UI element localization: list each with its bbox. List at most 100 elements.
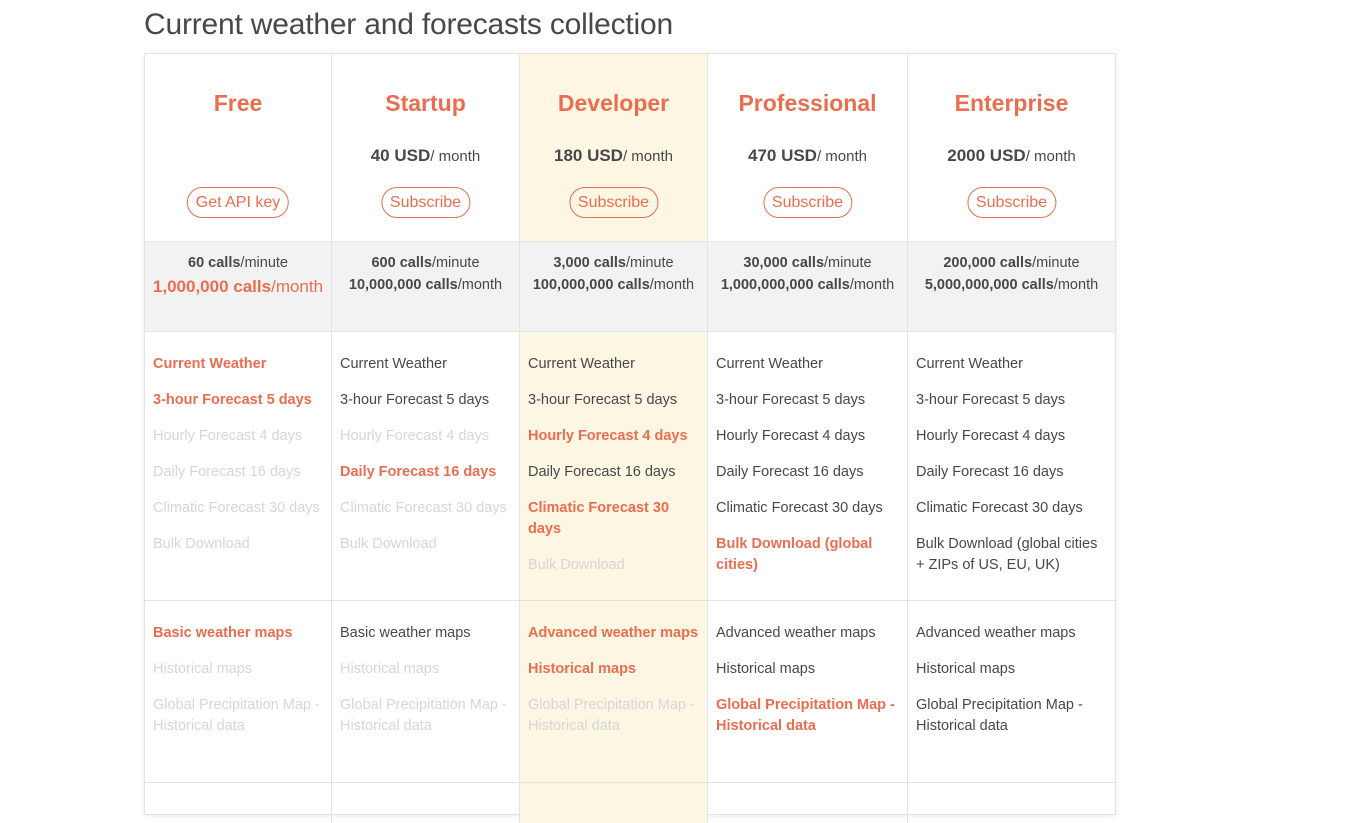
calls-unit: /month — [849, 277, 895, 293]
map-feature-item: Global Precipitation Map - Historical da… — [716, 697, 895, 734]
next-row-cell — [332, 783, 520, 823]
calls-unit: /minute — [240, 255, 288, 271]
calls-value: 200,000 calls — [943, 255, 1033, 271]
maps-list-startup: Basic weather maps Historical maps Global … — [332, 601, 520, 783]
price-unit: / month — [430, 148, 481, 165]
features-list-free: Current Weather 3-hour Forecast 5 days Hou… — [145, 332, 332, 601]
map-feature-item: Global Precipitation Map - Historical da… — [340, 697, 507, 734]
plan-name: Developer — [557, 90, 670, 116]
price-amount: 40 USD — [370, 146, 431, 165]
map-feature-item: Historical maps — [153, 661, 253, 677]
feature-item: 3-hour Forecast 5 days — [153, 392, 312, 408]
plan-header-professional: Professional 470 USD/ month Subscribe — [708, 54, 908, 242]
plan-name: Professional — [738, 90, 877, 116]
feature-item: Hourly Forecast 4 days — [916, 428, 1066, 444]
feature-item: 3-hour Forecast 5 days — [528, 392, 678, 408]
map-feature-item: Historical maps — [340, 661, 440, 677]
calls-unit: /month — [649, 277, 695, 293]
calls-per-minute: 30,000 calls/minute — [708, 252, 907, 274]
calls-per-month: 1,000,000 calls/month — [145, 274, 331, 299]
next-row-cell — [145, 783, 332, 823]
price-amount: 470 USD — [747, 146, 817, 165]
calls-value: 600 calls — [371, 255, 432, 271]
price-amount: 2000 USD — [947, 146, 1026, 165]
map-feature-item: Advanced weather maps — [528, 625, 699, 641]
calls-per-month: 1,000,000,000 calls/month — [708, 274, 907, 296]
calls-limits-enterprise: 200,000 calls/minute 5,000,000,000 calls… — [908, 242, 1115, 332]
map-feature-item: Basic weather maps — [153, 625, 293, 641]
calls-per-minute: 60 calls/minute — [145, 252, 331, 274]
pricing-table: Free Get API key Startup 40 USD/ month S… — [144, 53, 1116, 823]
calls-per-minute: 200,000 calls/minute — [908, 252, 1115, 274]
get-api-key-button[interactable]: Get API key — [186, 187, 290, 218]
feature-item: Current Weather — [916, 356, 1023, 372]
feature-item: Bulk Download — [528, 557, 625, 573]
feature-item: Climatic Forecast 30 days — [340, 500, 507, 516]
feature-item: 3-hour Forecast 5 days — [916, 392, 1066, 408]
feature-item: Current Weather — [153, 356, 267, 372]
maps-list-enterprise: Advanced weather maps Historical maps Glob… — [908, 601, 1115, 783]
feature-item: Bulk Download (global cities + ZIPs of U… — [916, 536, 1098, 573]
next-row-cell — [708, 783, 908, 823]
calls-per-month: 5,000,000,000 calls/month — [908, 274, 1115, 296]
map-feature-item: Advanced weather maps — [916, 625, 1076, 641]
feature-item: Daily Forecast 16 days — [153, 464, 301, 480]
map-feature-item: Basic weather maps — [340, 625, 471, 641]
subscribe-button-professional[interactable]: Subscribe — [762, 187, 853, 218]
feature-item: Climatic Forecast 30 days — [916, 500, 1083, 516]
feature-item: Daily Forecast 16 days — [716, 464, 864, 480]
price-unit: / month — [1025, 148, 1076, 165]
feature-item: 3-hour Forecast 5 days — [716, 392, 866, 408]
calls-unit: /minute — [431, 255, 480, 271]
features-list-professional: Current Weather 3-hour Forecast 5 days Hou… — [708, 332, 908, 601]
subscribe-button-startup[interactable]: Subscribe — [380, 187, 471, 218]
calls-limits-free: 60 calls/minute 1,000,000 calls/month — [145, 242, 332, 332]
calls-per-minute: 3,000 calls/minute — [520, 252, 707, 274]
feature-item: Hourly Forecast 4 days — [153, 428, 303, 444]
calls-per-minute: 600 calls/minute — [332, 252, 519, 274]
calls-value: 60 calls — [188, 255, 241, 271]
calls-value: 3,000 calls — [553, 255, 626, 271]
plan-header-free: Free Get API key — [145, 54, 332, 242]
plan-price: 470 USD/ month — [708, 146, 907, 166]
feature-item: Hourly Forecast 4 days — [340, 428, 490, 444]
plan-name: Enterprise — [954, 90, 1069, 116]
features-list-enterprise: Current Weather 3-hour Forecast 5 days Hou… — [908, 332, 1115, 601]
plan-price: 180 USD/ month — [520, 146, 707, 166]
map-feature-item: Global Precipitation Map - Historical da… — [153, 697, 320, 734]
calls-per-month: 10,000,000 calls/month — [332, 274, 519, 296]
calls-value: 1,000,000,000 calls — [720, 277, 850, 293]
map-feature-item: Historical maps — [528, 661, 636, 677]
feature-item: Bulk Download — [153, 536, 250, 552]
feature-item: Current Weather — [528, 356, 635, 372]
price-amount: 180 USD — [553, 146, 623, 165]
next-row-cell — [520, 783, 708, 823]
plan-header-enterprise: Enterprise 2000 USD/ month Subscribe — [908, 54, 1115, 242]
map-feature-item: Global Precipitation Map - Historical da… — [916, 697, 1083, 734]
price-unit: / month — [816, 148, 867, 165]
maps-list-professional: Advanced weather maps Historical maps Glob… — [708, 601, 908, 783]
subscribe-button-developer[interactable]: Subscribe — [568, 187, 659, 218]
subscribe-button-enterprise[interactable]: Subscribe — [966, 187, 1057, 218]
map-feature-item: Global Precipitation Map - Historical da… — [528, 697, 695, 734]
plan-price: 2000 USD/ month — [908, 146, 1115, 166]
calls-value: 30,000 calls — [743, 255, 825, 271]
feature-item: Daily Forecast 16 days — [528, 464, 676, 480]
calls-unit: /minute — [626, 255, 674, 271]
feature-item: 3-hour Forecast 5 days — [340, 392, 490, 408]
calls-limits-professional: 30,000 calls/minute 1,000,000,000 calls/… — [708, 242, 908, 332]
calls-value: 1,000,000 calls — [152, 277, 272, 296]
feature-item: Bulk Download — [340, 536, 437, 552]
plan-name: Free — [213, 90, 263, 116]
calls-value: 100,000,000 calls — [532, 277, 650, 293]
maps-list-free: Basic weather maps Historical maps Global … — [145, 601, 332, 783]
feature-item: Daily Forecast 16 days — [340, 464, 497, 480]
calls-unit: /month — [457, 277, 503, 293]
calls-value: 5,000,000,000 calls — [924, 277, 1054, 293]
feature-item: Bulk Download (global cities) — [716, 536, 873, 573]
calls-unit: /minute — [824, 255, 872, 271]
maps-list-developer: Advanced weather maps Historical maps Glob… — [520, 601, 708, 783]
calls-unit: /minute — [1032, 255, 1080, 271]
feature-item: Climatic Forecast 30 days — [716, 500, 883, 516]
feature-item: Climatic Forecast 30 days — [153, 500, 320, 516]
